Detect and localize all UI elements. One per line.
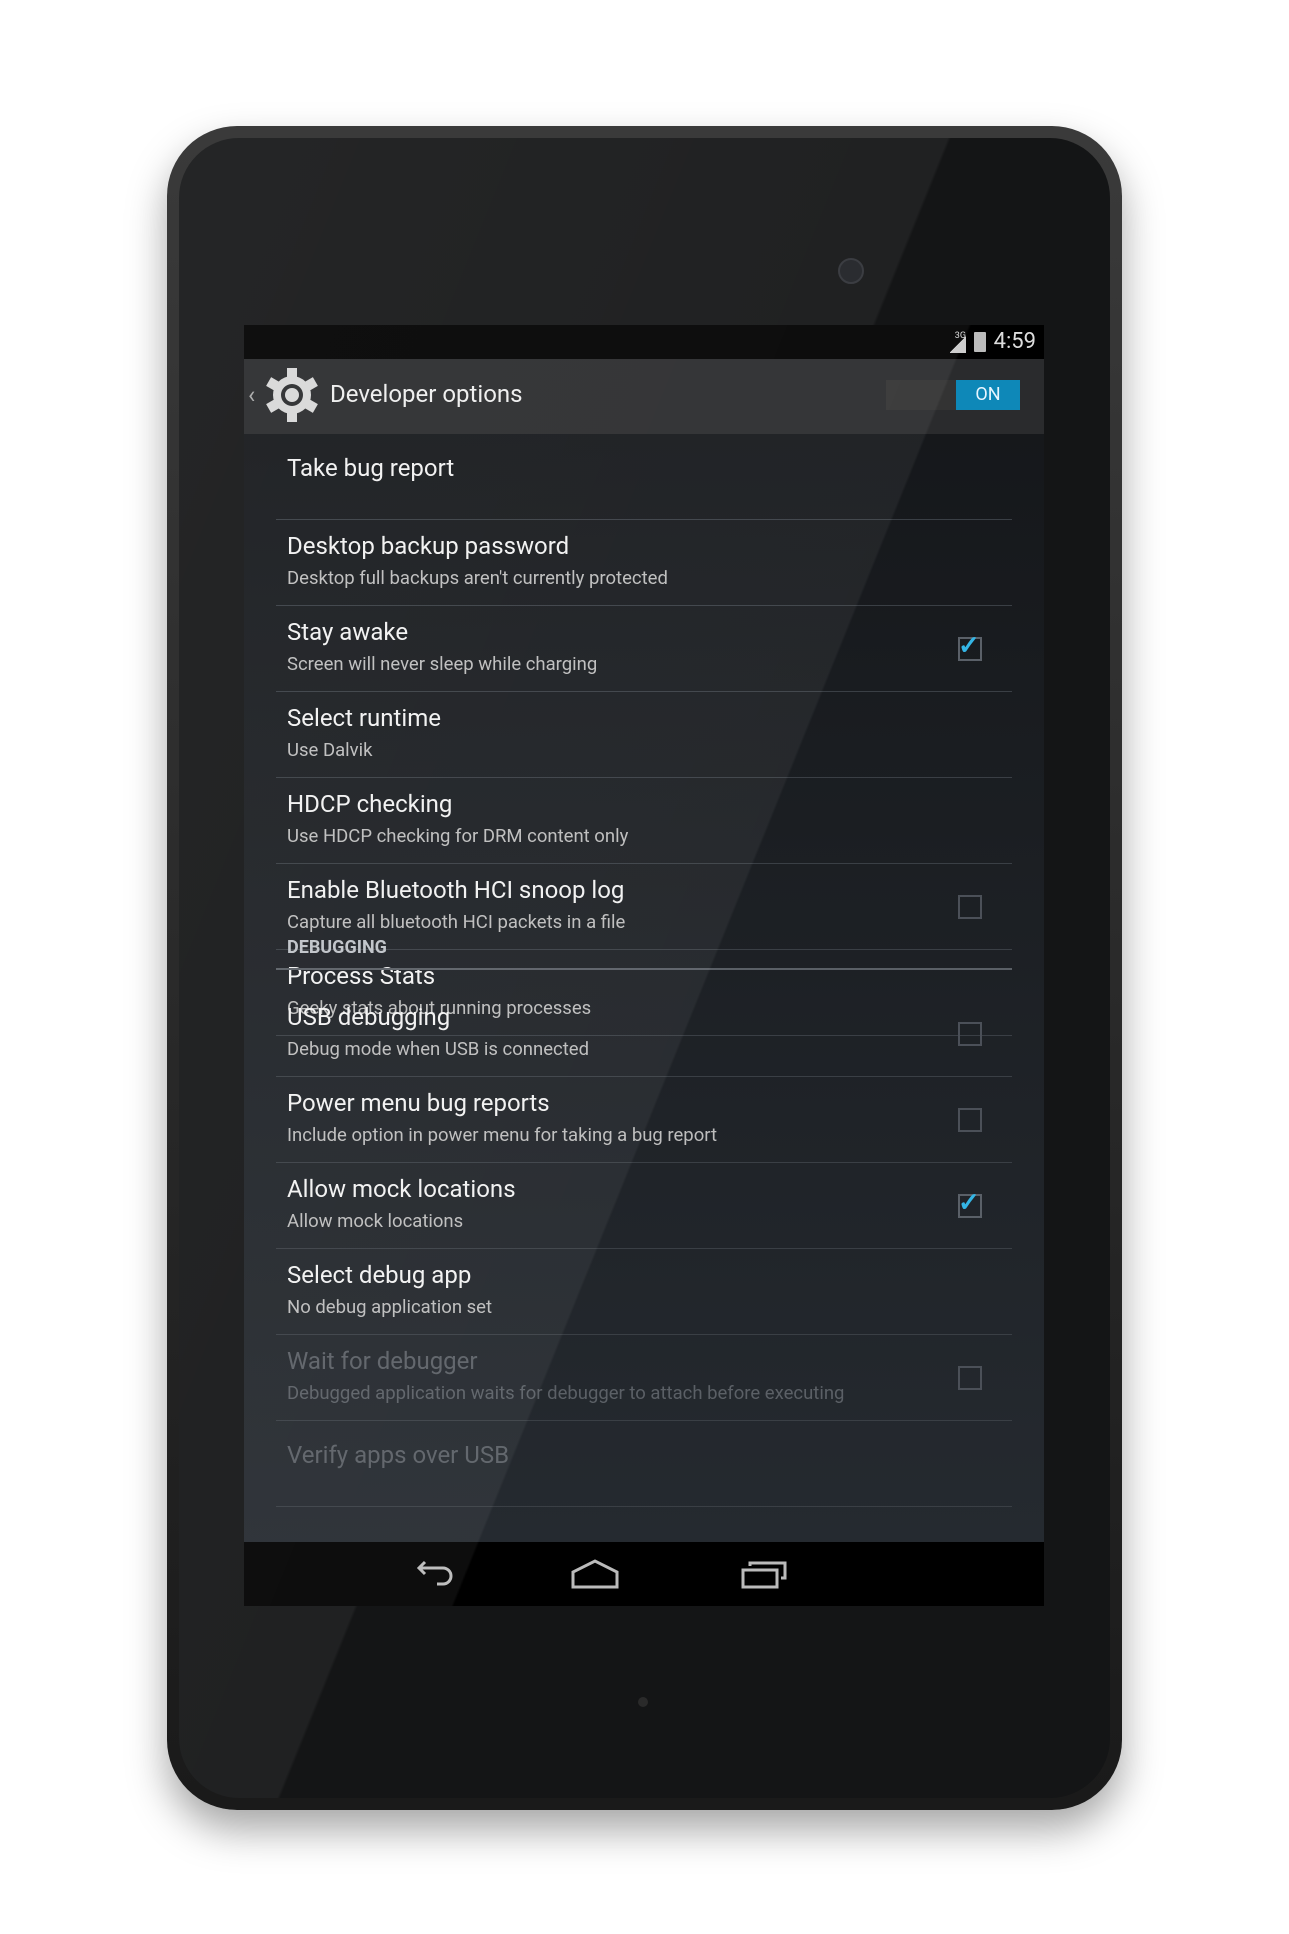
section-header-debugging: DEBUGGING	[276, 927, 1012, 970]
action-bar: ‹ Developer options ON	[244, 359, 1044, 434]
back-icon[interactable]	[409, 1558, 459, 1590]
up-caret-icon[interactable]: ‹	[248, 381, 255, 409]
light-sensor	[638, 1697, 648, 1707]
item-summary: Use HDCP checking for DRM content only	[287, 825, 629, 847]
signal-icon	[950, 335, 966, 353]
settings-gear-icon[interactable]	[262, 365, 322, 425]
checkbox[interactable]	[958, 1108, 982, 1132]
list-item[interactable]: Power menu bug reports Include option in …	[276, 1077, 1012, 1163]
check-icon: ✓	[958, 631, 980, 661]
list-item[interactable]: Select debug app No debug application set	[276, 1249, 1012, 1335]
developer-options-switch[interactable]: ON	[886, 380, 1020, 410]
status-bar: 3G 4:59	[244, 325, 1044, 359]
switch-on-label: ON	[956, 380, 1020, 410]
item-summary: Screen will never sleep while charging	[287, 653, 598, 675]
home-icon[interactable]	[570, 1558, 620, 1590]
checkbox[interactable]	[958, 895, 982, 919]
item-summary: Debugged application waits for debugger …	[287, 1382, 845, 1404]
item-title: Stay awake	[287, 618, 409, 646]
item-summary: Include option in power menu for taking …	[287, 1124, 718, 1146]
item-title: Take bug report	[287, 454, 455, 482]
list-item[interactable]: Select runtime Use Dalvik	[276, 692, 1012, 778]
item-title: Select runtime	[287, 704, 441, 732]
page-title: Developer options	[330, 380, 523, 408]
list-item[interactable]: Stay awake Screen will never sleep while …	[276, 606, 1012, 692]
item-title: HDCP checking	[287, 790, 453, 818]
item-summary: Desktop full backups aren't currently pr…	[287, 567, 668, 589]
battery-icon	[974, 332, 986, 352]
front-camera	[838, 258, 864, 284]
checkbox[interactable]: ✓	[958, 631, 982, 661]
clock: 4:59	[993, 329, 1036, 354]
item-summary: Use Dalvik	[287, 739, 373, 761]
screen: 3G 4:59 ‹ Developer options ON Take bug …	[244, 325, 1044, 1606]
item-title: Verify apps over USB	[287, 1441, 510, 1469]
item-summary: No debug application set	[287, 1296, 493, 1318]
checkbox	[958, 1366, 982, 1390]
item-title: Select debug app	[287, 1261, 472, 1289]
list-item[interactable]: Desktop backup password Desktop full back…	[276, 520, 1012, 606]
list-item: Verify apps over USB	[276, 1421, 1012, 1507]
checkbox[interactable]	[958, 1022, 982, 1046]
item-title: Enable Bluetooth HCI snoop log	[287, 876, 625, 904]
item-title: Wait for debugger	[287, 1347, 478, 1375]
checkbox[interactable]: ✓	[958, 1188, 982, 1218]
list-item: Wait for debugger Debugged application wa…	[276, 1335, 1012, 1421]
item-title: Power menu bug reports	[287, 1089, 550, 1117]
list-item[interactable]: Take bug report	[276, 434, 1012, 520]
item-title: USB debugging	[287, 1003, 451, 1031]
recent-apps-icon[interactable]	[740, 1558, 790, 1590]
navigation-bar	[244, 1542, 1044, 1606]
list-item[interactable]: HDCP checking Use HDCP checking for DRM c…	[276, 778, 1012, 864]
item-summary: Allow mock locations	[287, 1210, 464, 1232]
list-item[interactable]: USB debugging Debug mode when USB is conn…	[276, 991, 1012, 1077]
check-icon: ✓	[958, 1188, 980, 1218]
item-title: Allow mock locations	[287, 1175, 516, 1203]
item-summary: Debug mode when USB is connected	[287, 1038, 590, 1060]
list-item[interactable]: Allow mock locations Allow mock locations…	[276, 1163, 1012, 1249]
item-title: Desktop backup password	[287, 532, 570, 560]
